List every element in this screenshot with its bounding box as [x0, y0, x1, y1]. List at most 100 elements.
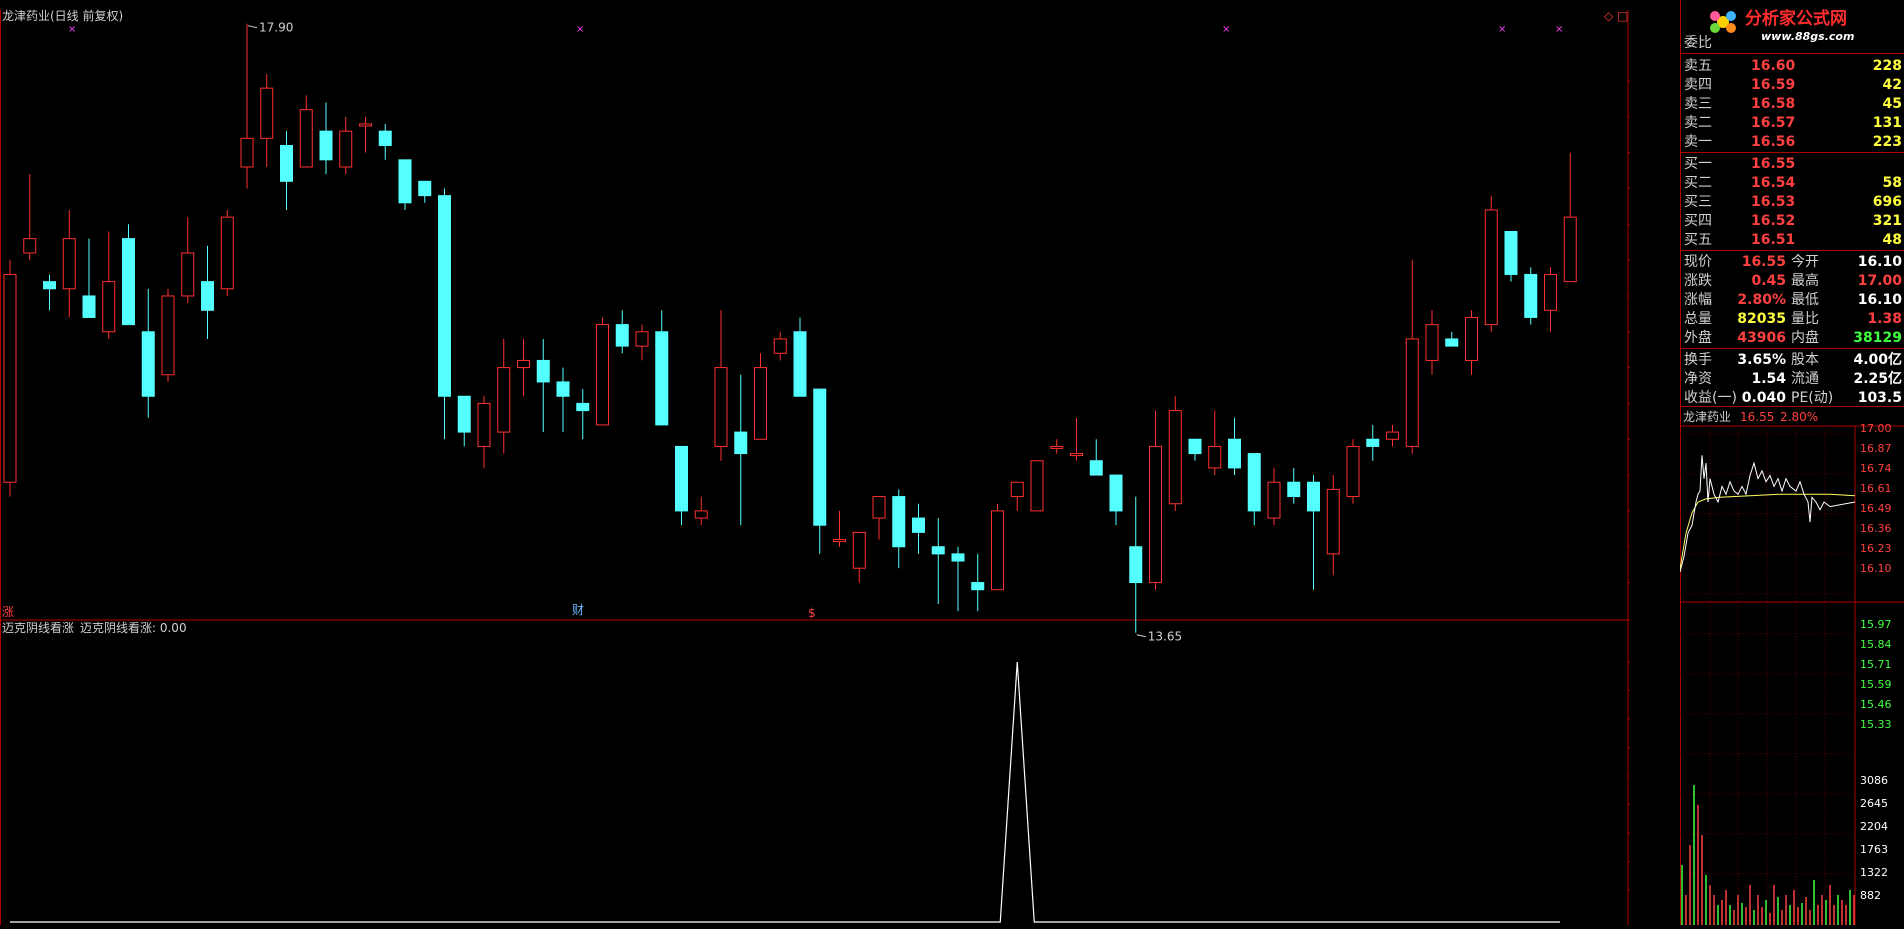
candle — [892, 489, 906, 569]
fund-label: 流通 — [1791, 371, 1819, 387]
mini-axis-label: 16.36 — [1860, 522, 1892, 535]
candle — [951, 546, 965, 612]
order-label: 买三 — [1684, 194, 1712, 210]
candle — [122, 224, 135, 326]
high-pointer — [247, 25, 258, 29]
candle — [1287, 467, 1301, 504]
candle — [971, 553, 985, 612]
divider — [1681, 53, 1904, 54]
quote-label: 外盘 — [1684, 330, 1712, 346]
close-icon[interactable]: □ — [1617, 9, 1628, 23]
candle-body — [694, 510, 708, 519]
candle-body — [1129, 546, 1143, 584]
candle-body — [438, 195, 451, 397]
cai-marker[interactable]: 财 — [572, 603, 584, 617]
order-price: 16.52 — [1751, 213, 1796, 229]
quote-label: 最高 — [1791, 273, 1819, 289]
candle — [1563, 152, 1577, 283]
top-marker: × — [68, 24, 76, 35]
candle — [299, 95, 313, 168]
mini-price: 16.55 — [1740, 410, 1774, 424]
quote-label: 现价 — [1684, 254, 1712, 270]
candle-body — [82, 295, 96, 318]
mini-vol-axis-label: 2204 — [1860, 820, 1888, 833]
fund-value: 2.25亿 — [1853, 371, 1902, 387]
mini-price-axis: 17.00 16.87 16.74 16.61 16.49 16.36 16.23 16.10… — [1860, 422, 1892, 902]
order-label: 买一 — [1684, 156, 1712, 172]
candle — [102, 231, 116, 339]
candle-body — [280, 144, 293, 182]
candle-body — [576, 402, 590, 412]
candle-body — [912, 517, 925, 533]
candle-body — [754, 367, 767, 440]
candle-body — [418, 180, 432, 197]
candle — [517, 338, 530, 397]
candle — [1109, 474, 1123, 526]
quote-value: 43906 — [1737, 330, 1786, 346]
candle-body — [951, 553, 965, 562]
divider — [1681, 348, 1904, 349]
quote-row: 总量 82035 量比 1.38 — [1681, 310, 1904, 329]
order-volume: 42 — [1882, 77, 1902, 93]
mini-axis-label: 15.71 — [1860, 658, 1892, 671]
kline-chart-area[interactable]: 龙津药业(日线 前复权) 17.5017.2517.0016.7516.5016… — [0, 0, 1680, 925]
candle-body — [1386, 431, 1399, 440]
candle — [912, 503, 925, 554]
quote-value: 1.38 — [1867, 311, 1902, 327]
quote-row: 现价 16.55 今开 16.10 — [1681, 253, 1904, 272]
top-marker: × — [1222, 24, 1230, 35]
kline-chart[interactable]: 龙津药业(日线 前复权) 17.5017.2517.0016.7516.5016… — [0, 0, 1680, 925]
candle-body — [1050, 445, 1064, 449]
candle-body — [1109, 474, 1123, 512]
mini-title: 龙津药业 — [1683, 410, 1731, 424]
candle — [596, 317, 609, 426]
candle — [1070, 417, 1083, 461]
candle-body — [517, 359, 530, 369]
candle — [260, 73, 274, 167]
candle-body — [62, 238, 76, 290]
candle — [754, 353, 767, 440]
candle — [773, 331, 787, 361]
candle-body — [991, 510, 1004, 591]
candle-body — [240, 137, 254, 168]
candle-body — [596, 324, 609, 426]
window-controls[interactable]: ◇ □ — [1604, 9, 1628, 23]
candle-body — [931, 546, 945, 555]
mini-axis-label: 15.46 — [1860, 698, 1892, 711]
candle — [23, 174, 37, 261]
candle — [220, 209, 234, 296]
intraday-mini-chart[interactable]: 龙津药业 16.55 2.80% 17.00 16.87 16.74 16.61 16.… — [1680, 406, 1904, 925]
zhang-marker: 涨 — [2, 604, 14, 619]
candle — [418, 180, 432, 203]
weibi-label: 委比 — [1684, 35, 1712, 51]
order-volume: 228 — [1872, 58, 1902, 74]
candle — [201, 245, 214, 339]
order-label: 买二 — [1684, 175, 1712, 191]
top-marker: × — [576, 24, 584, 35]
candle-body — [1524, 273, 1538, 318]
candle-body — [1465, 316, 1478, 361]
candle — [1208, 410, 1222, 476]
mini-grid — [1680, 426, 1855, 925]
candle-body — [457, 395, 471, 433]
candle — [1484, 195, 1498, 332]
mini-volume-bars — [1681, 785, 1855, 925]
order-label: 买五 — [1684, 232, 1712, 248]
candle-body — [1208, 445, 1222, 469]
quote-label: 量比 — [1791, 311, 1819, 327]
restore-icon[interactable]: ◇ — [1604, 9, 1614, 23]
candle-body — [477, 402, 491, 447]
candle — [1149, 410, 1162, 590]
candle — [181, 217, 195, 304]
order-price: 16.60 — [1751, 58, 1796, 74]
fund-label: 换手 — [1684, 352, 1712, 368]
candle-body — [43, 281, 56, 290]
quote-row: 外盘 43906 内盘 38129 — [1681, 329, 1904, 348]
candle — [457, 395, 471, 447]
candle-body — [556, 381, 570, 397]
candle-body — [141, 331, 155, 397]
candle-body — [872, 496, 886, 519]
candle-body — [181, 252, 195, 297]
order-row: 买一 16.55 — [1681, 155, 1904, 174]
fund-row: 换手 3.65% 股本 4.00亿 — [1681, 351, 1904, 370]
